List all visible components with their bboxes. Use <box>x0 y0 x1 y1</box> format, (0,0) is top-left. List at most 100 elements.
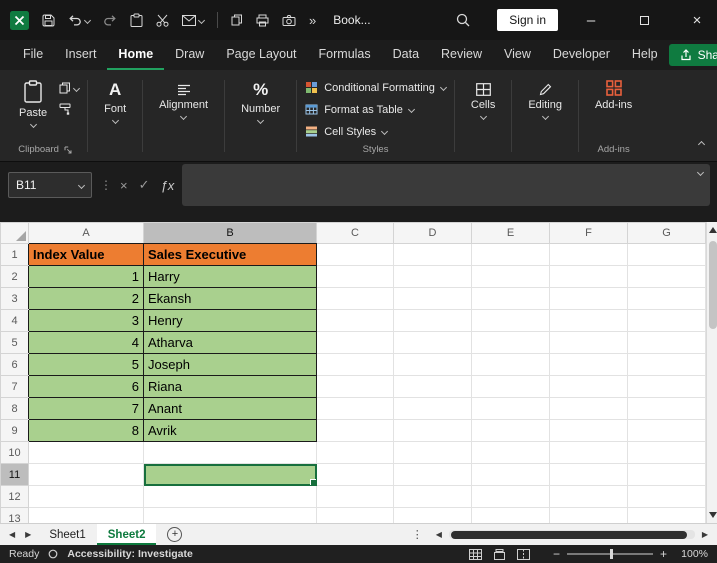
cell-E4[interactable] <box>471 309 550 332</box>
cell-B3[interactable]: Ekansh <box>143 287 317 310</box>
cell-G3[interactable] <box>627 287 706 310</box>
format-painter-button[interactable] <box>59 103 79 115</box>
cut-icon[interactable] <box>156 14 169 27</box>
cell-A10[interactable] <box>28 441 144 464</box>
cell-B10[interactable] <box>143 441 317 464</box>
format-as-table-button[interactable]: Format as Table <box>305 100 415 119</box>
cell-G6[interactable] <box>627 353 706 376</box>
row-header-4[interactable]: 4 <box>0 309 29 332</box>
expand-formula-bar-icon[interactable] <box>696 168 705 177</box>
cell-A9[interactable]: 8 <box>28 419 144 442</box>
column-header-e[interactable]: E <box>471 222 550 244</box>
tab-draw[interactable]: Draw <box>164 40 215 70</box>
row-header-12[interactable]: 12 <box>0 485 29 508</box>
sheet-bar-dots-icon[interactable]: ⋮ <box>412 528 423 541</box>
cell-D12[interactable] <box>393 485 472 508</box>
tab-review[interactable]: Review <box>430 40 493 70</box>
cell-B2[interactable]: Harry <box>143 265 317 288</box>
cell-G8[interactable] <box>627 397 706 420</box>
tab-view[interactable]: View <box>493 40 542 70</box>
cell-C9[interactable] <box>316 419 394 442</box>
copy-icon[interactable] <box>231 14 243 26</box>
vertical-scrollbar[interactable] <box>706 222 717 523</box>
cell-A2[interactable]: 1 <box>28 265 144 288</box>
tab-formulas[interactable]: Formulas <box>308 40 382 70</box>
cell-E12[interactable] <box>471 485 550 508</box>
cell-C6[interactable] <box>316 353 394 376</box>
scroll-up-arrow[interactable] <box>708 227 717 233</box>
camera-icon[interactable] <box>282 14 296 26</box>
cell-F2[interactable] <box>549 265 628 288</box>
cell-E13[interactable] <box>471 507 550 523</box>
cell-C2[interactable] <box>316 265 394 288</box>
cell-F8[interactable] <box>549 397 628 420</box>
cancel-icon[interactable]: × <box>120 178 128 193</box>
cell-F11[interactable] <box>549 463 628 486</box>
cell-C8[interactable] <box>316 397 394 420</box>
cell-F13[interactable] <box>549 507 628 523</box>
column-header-f[interactable]: F <box>549 222 628 244</box>
horizontal-scroll-track[interactable] <box>448 530 695 539</box>
column-header-g[interactable]: G <box>627 222 706 244</box>
editing-button[interactable]: Editing <box>520 75 570 121</box>
accessibility-status[interactable]: Accessibility: Investigate <box>67 548 192 560</box>
page-break-view-icon[interactable] <box>516 548 530 560</box>
minimize-button[interactable]: – <box>571 0 611 40</box>
cell-B5[interactable]: Atharva <box>143 331 317 354</box>
cell-D10[interactable] <box>393 441 472 464</box>
cell-G2[interactable] <box>627 265 706 288</box>
tab-file[interactable]: File <box>12 40 54 70</box>
cell-G4[interactable] <box>627 309 706 332</box>
cell-G7[interactable] <box>627 375 706 398</box>
addins-button[interactable]: Add-ins <box>587 75 640 111</box>
cell-A1[interactable]: Index Value <box>28 243 144 266</box>
cell-G13[interactable] <box>627 507 706 523</box>
search-icon[interactable] <box>456 13 470 27</box>
cell-G10[interactable] <box>627 441 706 464</box>
email-icon[interactable] <box>182 14 206 26</box>
row-header-8[interactable]: 8 <box>0 397 29 420</box>
column-header-d[interactable]: D <box>393 222 472 244</box>
number-button[interactable]: % Number <box>233 75 288 125</box>
cell-A12[interactable] <box>28 485 144 508</box>
clipboard-dialog-launcher-icon[interactable] <box>64 146 72 154</box>
cell-C3[interactable] <box>316 287 394 310</box>
cell-D3[interactable] <box>393 287 472 310</box>
cell-E8[interactable] <box>471 397 550 420</box>
cell-E9[interactable] <box>471 419 550 442</box>
zoom-slider-thumb[interactable] <box>609 549 613 559</box>
scroll-down-arrow[interactable] <box>708 512 717 518</box>
record-macro-icon[interactable] <box>48 549 58 559</box>
save-icon[interactable] <box>42 14 55 27</box>
zoom-level[interactable]: 100% <box>674 548 708 560</box>
cell-D11[interactable] <box>393 463 472 486</box>
sheet-nav-right-icon[interactable]: ▶ <box>22 530 34 539</box>
page-layout-view-icon[interactable] <box>493 548 506 560</box>
cell-B6[interactable]: Joseph <box>143 353 317 376</box>
cell-E11[interactable] <box>471 463 550 486</box>
cell-A6[interactable]: 5 <box>28 353 144 376</box>
cell-D9[interactable] <box>393 419 472 442</box>
redo-icon[interactable] <box>103 14 117 26</box>
cell-D6[interactable] <box>393 353 472 376</box>
tab-insert[interactable]: Insert <box>54 40 107 70</box>
cell-F1[interactable] <box>549 243 628 266</box>
cell-C5[interactable] <box>316 331 394 354</box>
close-button[interactable]: × <box>677 0 717 40</box>
cell-C12[interactable] <box>316 485 394 508</box>
cell-G11[interactable] <box>627 463 706 486</box>
vertical-scroll-thumb[interactable] <box>708 241 717 329</box>
name-box[interactable]: B11 <box>8 172 92 198</box>
cell-C4[interactable] <box>316 309 394 332</box>
share-button[interactable]: Share <box>668 44 717 66</box>
cell-F10[interactable] <box>549 441 628 464</box>
column-header-a[interactable]: A <box>28 222 144 244</box>
hscroll-left-arrow[interactable]: ◀ <box>433 530 445 539</box>
cell-B8[interactable]: Anant <box>143 397 317 420</box>
tab-page-layout[interactable]: Page Layout <box>215 40 307 70</box>
cell-B7[interactable]: Riana <box>143 375 317 398</box>
cell-A5[interactable]: 4 <box>28 331 144 354</box>
cell-D8[interactable] <box>393 397 472 420</box>
collapse-ribbon-button[interactable] <box>697 134 706 152</box>
sheet-tab-sheet2[interactable]: Sheet2 <box>96 524 157 545</box>
